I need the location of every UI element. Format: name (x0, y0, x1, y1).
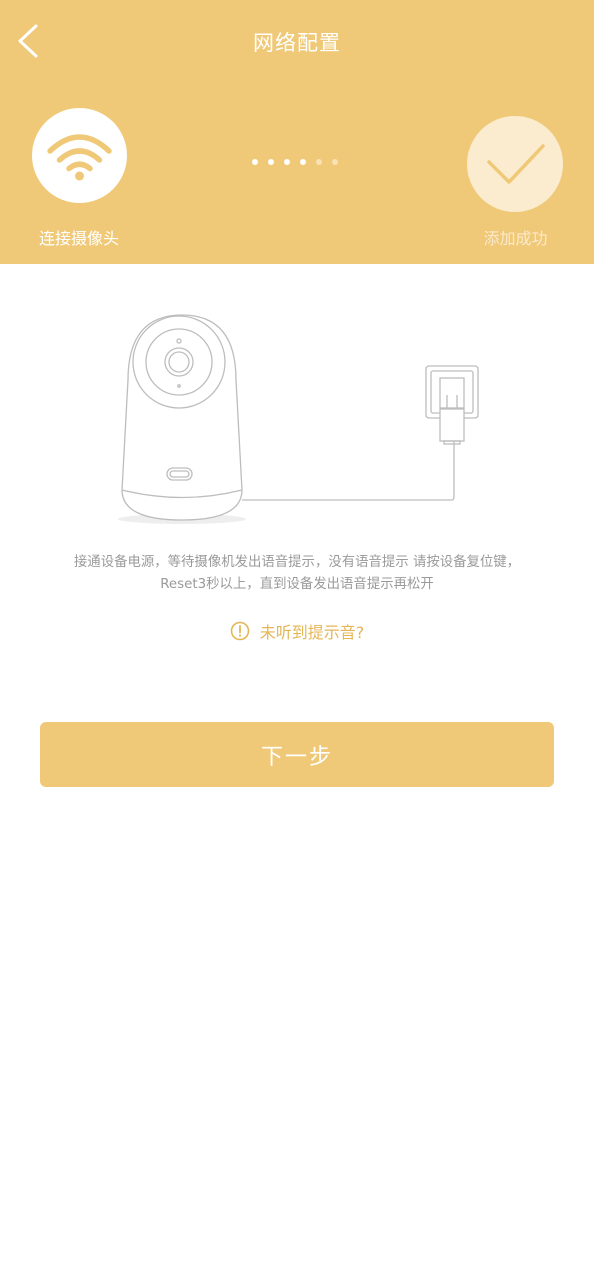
wifi-icon (47, 134, 112, 181)
camera-power-illustration (100, 300, 500, 540)
camera-illustration (121, 314, 243, 521)
hint-label: 未听到提示音? (259, 623, 365, 642)
page-title: 网络配置 (253, 31, 341, 55)
progress-dot (316, 159, 322, 165)
next-step-label: 下一步 (260, 744, 333, 770)
step-label-success: 添加成功 (483, 229, 548, 248)
step-connect-camera (32, 108, 127, 203)
progress-dot (268, 159, 274, 165)
progress-dots (252, 159, 338, 165)
header: 网络配置 连接摄像头 添加成功 (0, 0, 594, 264)
step-label-connect: 连接摄像头 (38, 229, 119, 248)
power-adapter-illustration (425, 365, 479, 445)
progress-dot (300, 159, 306, 165)
instruction-text: 接通设备电源，等待摄像机发出语音提示，没有语音提示 请按设备复位键，Reset3… (73, 555, 521, 592)
no-prompt-sound-link[interactable]: 未听到提示音? (0, 619, 594, 643)
progress-dot (284, 159, 290, 165)
step-add-success (467, 116, 563, 212)
cable-illustration (242, 440, 455, 501)
next-step-button[interactable]: 下一步 (40, 722, 554, 787)
checkmark-icon (487, 144, 545, 184)
progress-dot (252, 159, 258, 165)
progress-dot (332, 159, 338, 165)
alert-circle-icon (230, 621, 250, 641)
